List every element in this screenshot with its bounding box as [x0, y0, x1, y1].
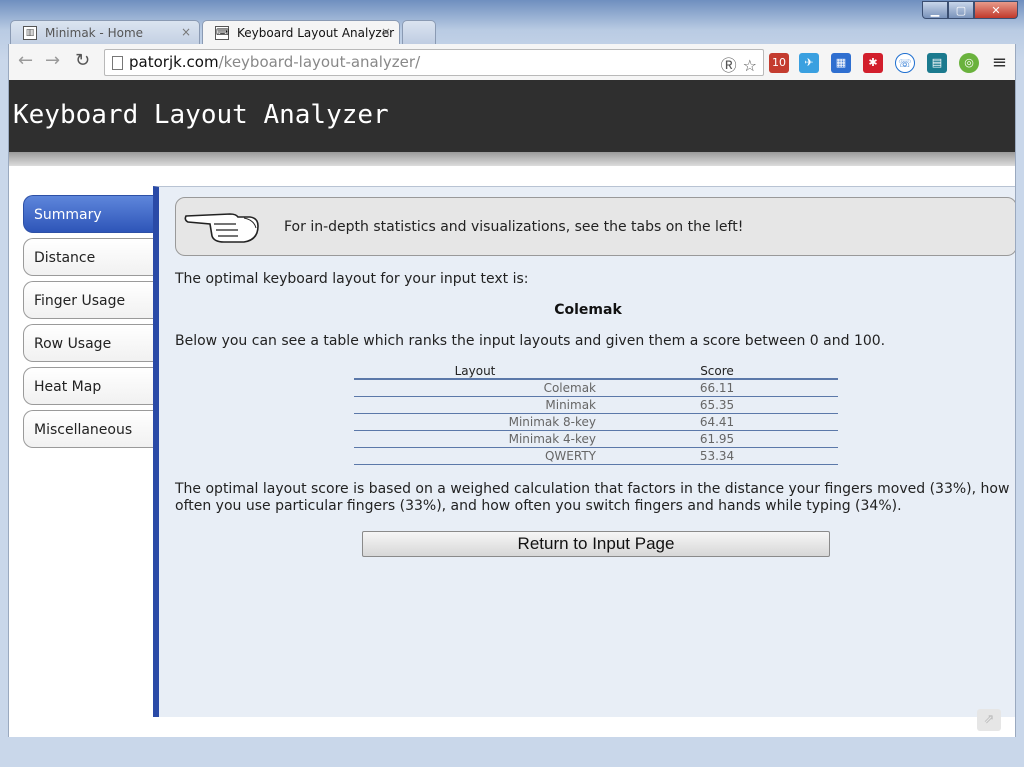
- intro-text: The optimal keyboard layout for your inp…: [175, 271, 529, 287]
- web-page: Keyboard Layout Analyzer Summary Distanc…: [8, 80, 1016, 737]
- share-icon[interactable]: ⇗: [977, 709, 1001, 731]
- header-divider: [9, 152, 1015, 166]
- column-header-layout: Layout: [354, 363, 596, 380]
- sidebar-item-summary[interactable]: Summary: [23, 195, 155, 233]
- layout-cell: Minimak 8-key: [354, 413, 596, 431]
- summary-panel: For in-depth statistics and visualizatio…: [153, 186, 1015, 717]
- bookmark-star-icon[interactable]: ☆: [743, 53, 757, 78]
- tab-label: Keyboard Layout Analyzer: [237, 25, 395, 40]
- sidebar-item-distance[interactable]: Distance: [23, 238, 155, 276]
- ranking-table: Layout Score Colemak 66.11 Minimak 65.35…: [354, 363, 838, 465]
- sidebar-item-miscellaneous[interactable]: Miscellaneous: [23, 410, 155, 448]
- gmail-badge: 10: [772, 56, 786, 69]
- sidebar-item-heat-map[interactable]: Heat Map: [23, 367, 155, 405]
- browser-toolbar: ← → ↻ patorjk.com/keyboard-layout-analyz…: [8, 44, 1016, 80]
- tip-box: For in-depth statistics and visualizatio…: [175, 197, 1015, 256]
- back-arrow-icon[interactable]: ←: [18, 52, 33, 70]
- tab-label: Minimak - Home: [45, 25, 144, 40]
- sidebar-nav: Summary Distance Finger Usage Row Usage …: [23, 195, 155, 453]
- tab-close-icon[interactable]: ×: [381, 25, 391, 39]
- tab-keyboard-layout-analyzer[interactable]: ⌨ Keyboard Layout Analyzer ×: [202, 20, 400, 44]
- table-intro-text: Below you can see a table which ranks th…: [175, 333, 886, 349]
- browser-menu-icon[interactable]: ≡: [992, 52, 1007, 73]
- tip-text: For in-depth statistics and visualizatio…: [284, 219, 744, 235]
- sidebar-item-row-usage[interactable]: Row Usage: [23, 324, 155, 362]
- tab-strip: ▥ Minimak - Home × ⌨ Keyboard Layout Ana…: [10, 20, 710, 44]
- readability-icon[interactable]: Ⓡ: [721, 53, 737, 78]
- pointing-hand-icon: [184, 213, 259, 243]
- score-cell: 61.95: [596, 430, 838, 448]
- score-cell: 66.11: [596, 379, 838, 397]
- score-cell: 64.41: [596, 413, 838, 431]
- url-domain: patorjk.com: [129, 53, 219, 71]
- calendar-extension-icon[interactable]: ▦: [831, 53, 851, 73]
- maximize-button[interactable]: ▢: [948, 1, 974, 19]
- page-title: Keyboard Layout Analyzer: [13, 100, 389, 130]
- table-row: Minimak 65.35: [354, 396, 838, 414]
- explanation-text: The optimal layout score is based on a w…: [175, 481, 1010, 514]
- page-favicon-icon: ▥: [23, 26, 37, 40]
- table-row: Minimak 4-key 61.95: [354, 430, 838, 448]
- optimal-layout-name: Colemak: [554, 302, 622, 318]
- layout-cell: Minimak 4-key: [354, 430, 596, 448]
- window-controls: ▁ ▢ ✕: [922, 1, 1018, 19]
- site-header: Keyboard Layout Analyzer: [9, 80, 1015, 152]
- url-path: /keyboard-layout-analyzer/: [218, 53, 421, 71]
- close-window-button[interactable]: ✕: [974, 1, 1018, 19]
- table-header-row: Layout Score: [354, 363, 838, 380]
- browser-window: ▁ ▢ ✕ ▥ Minimak - Home × ⌨ Keyboard Layo…: [0, 0, 1024, 767]
- phone-extension-icon[interactable]: ☏: [895, 53, 915, 73]
- layout-cell: Minimak: [354, 396, 596, 414]
- lastpass-extension-icon[interactable]: ✱: [863, 53, 883, 73]
- return-to-input-button[interactable]: Return to Input Page: [362, 531, 830, 557]
- twitter-extension-icon[interactable]: ✈: [799, 53, 819, 73]
- table-row: Minimak 8-key 64.41: [354, 413, 838, 431]
- layout-cell: Colemak: [354, 379, 596, 397]
- page-favicon-icon: ⌨: [215, 26, 229, 40]
- tab-close-icon[interactable]: ×: [181, 25, 191, 39]
- score-cell: 65.35: [596, 396, 838, 414]
- table-row: Colemak 66.11: [354, 379, 838, 397]
- table-row: QWERTY 53.34: [354, 447, 838, 465]
- page-document-icon: [112, 56, 123, 70]
- address-bar[interactable]: patorjk.com/keyboard-layout-analyzer/ Ⓡ …: [104, 49, 764, 76]
- new-tab-button[interactable]: [402, 20, 436, 44]
- forward-arrow-icon[interactable]: →: [45, 52, 60, 70]
- minimize-button[interactable]: ▁: [922, 1, 948, 19]
- sidebar-item-finger-usage[interactable]: Finger Usage: [23, 281, 155, 319]
- reload-icon[interactable]: ↻: [75, 52, 90, 70]
- css-extension-icon[interactable]: ▤: [927, 53, 947, 73]
- gmail-extension-icon[interactable]: 10: [769, 53, 789, 73]
- score-cell: 53.34: [596, 447, 838, 465]
- column-header-score: Score: [596, 363, 838, 380]
- layout-cell: QWERTY: [354, 447, 596, 465]
- green-extension-icon[interactable]: ◎: [959, 53, 979, 73]
- tab-minimak-home[interactable]: ▥ Minimak - Home ×: [10, 20, 200, 44]
